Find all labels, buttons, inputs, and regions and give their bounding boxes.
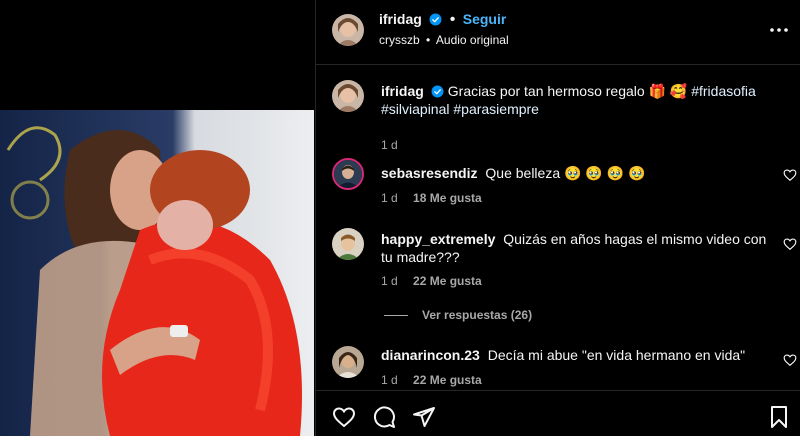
comment-text-block: happy_extremely Quizás en años hagas el … (381, 230, 776, 266)
comment-meta: 1 d 22 Me gusta (381, 373, 494, 387)
audio-original-link[interactable]: Audio original (436, 33, 509, 47)
caption: ifridag Gracias por tan hermoso regalo 🎁 … (316, 80, 800, 152)
comment-time[interactable]: 1 d (381, 373, 398, 387)
replies-divider (384, 315, 408, 317)
caption-avatar[interactable] (332, 80, 364, 112)
comment-meta: 1 d 22 Me gusta (381, 274, 494, 288)
header-line: ifridag • Seguir (379, 11, 506, 29)
comment-username[interactable]: dianarincon.23 (381, 347, 480, 363)
comment-avatar[interactable] (332, 228, 364, 260)
post-panel: ifridag • Seguir crysszb • Audio origina… (315, 0, 800, 436)
comment-time[interactable]: 1 d (381, 274, 398, 288)
heart-icon[interactable] (332, 405, 356, 429)
verified-badge-icon (431, 85, 444, 98)
action-bar (316, 390, 800, 436)
comment-text-block: dianarincon.23 Decía mi abue "en vida he… (381, 346, 776, 364)
comment-likes[interactable]: 22 Me gusta (413, 274, 482, 288)
comment-meta: 1 d 18 Me gusta (381, 191, 494, 205)
bookmark-icon[interactable] (767, 405, 791, 429)
caption-meta: 1 d (381, 138, 410, 152)
separator-dot: • (449, 11, 456, 28)
comment-text: Que belleza 🥹 🥹 🥹 🥹 (485, 165, 646, 181)
post-header: ifridag • Seguir crysszb • Audio origina… (316, 0, 800, 65)
author-username[interactable]: ifridag (379, 11, 422, 27)
caption-text: Gracias por tan hermoso regalo 🎁 🥰 (447, 83, 688, 99)
comment-avatar[interactable] (332, 346, 364, 378)
follow-button[interactable]: Seguir (463, 11, 507, 27)
comment-text-block: sebasresendiz Que belleza 🥹 🥹 🥹 🥹 (381, 164, 776, 182)
paper-plane-icon[interactable] (412, 405, 436, 429)
caption-time[interactable]: 1 d (381, 138, 398, 152)
comment-item: dianarincon.23 Decía mi abue "en vida he… (316, 344, 800, 390)
heart-icon[interactable] (783, 237, 797, 251)
comment-username[interactable]: happy_extremely (381, 231, 495, 247)
heart-icon[interactable] (783, 353, 797, 367)
verified-badge-icon (429, 13, 442, 26)
comment-bubble-icon[interactable] (372, 405, 396, 429)
view-replies-button[interactable]: Ver respuestas (26) (384, 308, 532, 322)
heart-icon[interactable] (783, 168, 797, 182)
comment-item: sebasresendiz Que belleza 🥹 🥹 🥹 🥹 1 d 18… (316, 158, 800, 208)
audio-line: crysszb • Audio original (379, 33, 509, 47)
comment-avatar[interactable] (332, 158, 364, 190)
audio-user[interactable]: crysszb (379, 33, 420, 47)
caption-text-block: ifridag Gracias por tan hermoso regalo 🎁 … (381, 82, 776, 118)
comment-likes[interactable]: 18 Me gusta (413, 191, 482, 205)
caption-username[interactable]: ifridag (381, 83, 424, 99)
comment-username[interactable]: sebasresendiz (381, 165, 478, 181)
post-photo[interactable] (0, 110, 314, 436)
post-media[interactable] (0, 0, 314, 436)
comment-item: happy_extremely Quizás en años hagas el … (316, 226, 800, 326)
view-replies-label[interactable]: Ver respuestas (26) (422, 308, 532, 322)
audio-separator: • (426, 33, 431, 47)
author-avatar[interactable] (332, 14, 364, 46)
comments-list[interactable]: ifridag Gracias por tan hermoso regalo 🎁 … (316, 66, 800, 390)
comment-text: Decía mi abue "en vida hermano en vida" (487, 347, 746, 363)
more-options-icon[interactable] (767, 18, 791, 42)
comment-likes[interactable]: 22 Me gusta (413, 373, 482, 387)
comment-time[interactable]: 1 d (381, 191, 398, 205)
